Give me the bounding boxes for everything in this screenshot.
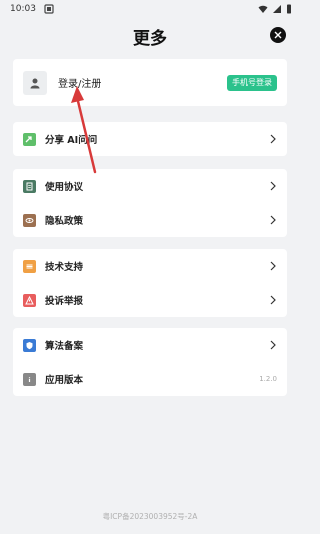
share-icon (23, 132, 36, 146)
avatar (23, 70, 47, 95)
login-register-link[interactable]: 登录/注册 (58, 75, 227, 90)
phone-login-button[interactable]: 手机号登录 (227, 74, 277, 91)
page-title: 更多 (133, 28, 167, 49)
info-icon (23, 372, 36, 386)
menu-item-version[interactable]: 应用版本 1.2.0 (13, 362, 287, 396)
support-card: 技术支持 投诉举报 (13, 249, 287, 317)
signal-icon (273, 5, 281, 13)
document-icon (23, 179, 36, 193)
header: 更多 (0, 18, 300, 54)
chevron-right-icon (270, 181, 276, 191)
chevron-right-icon (270, 134, 276, 144)
status-time: 10:03 (10, 4, 36, 14)
chevron-right-icon (270, 215, 276, 225)
chevron-right-icon (270, 261, 276, 271)
menu-item-label: 应用版本 (45, 375, 84, 386)
menu-item-label: 技术支持 (45, 262, 84, 273)
legal-card: 使用协议 隐私政策 (13, 169, 287, 237)
menu-item-algorithm[interactable]: 算法备案 (13, 328, 287, 362)
share-card: 分享 AI问问 (13, 122, 287, 156)
menu-item-label: 使用协议 (45, 182, 84, 193)
status-bar: 10:03 (0, 0, 300, 18)
menu-item-complaint[interactable]: 投诉举报 (13, 283, 287, 317)
notification-icon (44, 4, 54, 14)
wifi-icon (258, 5, 268, 13)
icp-footer: 粤ICP备2023003952号-2A (102, 512, 198, 521)
menu-item-support[interactable]: 技术支持 (13, 249, 287, 283)
chevron-right-icon (270, 295, 276, 305)
menu-item-label: 分享 AI问问 (45, 135, 98, 146)
user-icon (30, 78, 40, 88)
login-card[interactable]: 登录/注册 手机号登录 (13, 59, 287, 106)
support-icon (23, 259, 36, 273)
shield-icon (23, 338, 36, 352)
menu-item-label: 算法备案 (45, 341, 84, 352)
close-icon (274, 31, 282, 39)
close-button[interactable] (270, 27, 286, 43)
menu-item-label: 隐私政策 (45, 216, 84, 227)
menu-item-share[interactable]: 分享 AI问问 (13, 122, 287, 156)
version-value: 1.2.0 (259, 375, 277, 383)
eye-icon (23, 213, 36, 227)
menu-item-label: 投诉举报 (45, 296, 84, 307)
warning-icon (23, 293, 36, 307)
menu-item-agreement[interactable]: 使用协议 (13, 169, 287, 203)
about-card: 算法备案 应用版本 1.2.0 (13, 328, 287, 396)
chevron-right-icon (270, 340, 276, 350)
menu-item-privacy[interactable]: 隐私政策 (13, 203, 287, 237)
battery-icon (287, 4, 291, 14)
